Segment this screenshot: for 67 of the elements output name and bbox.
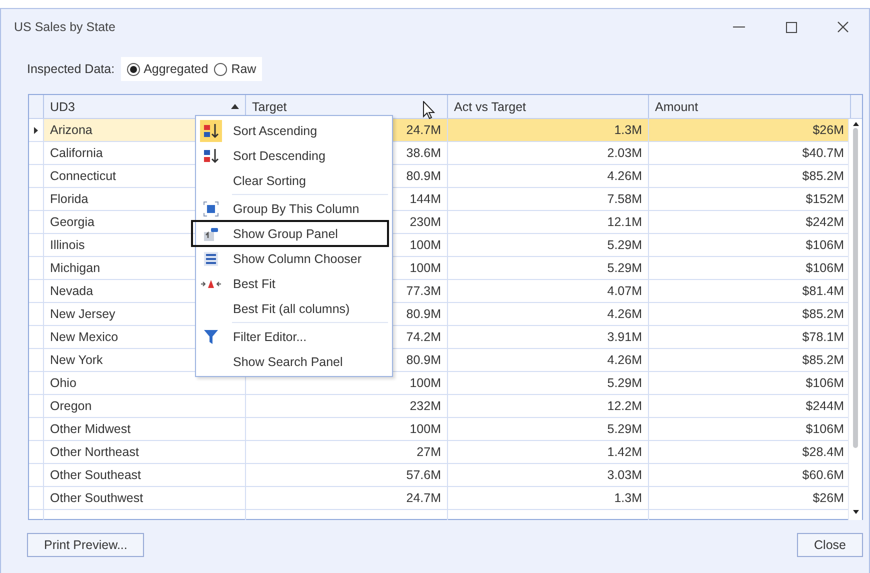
table-cell: 1.3M <box>448 487 649 510</box>
table-cell: 4.26M <box>448 349 649 372</box>
inspected-data-label: Inspected Data: <box>27 62 115 76</box>
column-header[interactable]: Act vs Target <box>448 95 649 118</box>
table-cell: 24.7M <box>246 487 448 510</box>
row-indicator-cell[interactable] <box>29 349 44 372</box>
close-icon <box>837 21 849 33</box>
row-indicator-cell[interactable] <box>29 418 44 441</box>
radio-option[interactable]: Raw <box>212 62 258 76</box>
table-cell: 27M <box>246 441 448 464</box>
table-cell: 7.58M <box>448 188 649 211</box>
row-indicator-cell[interactable] <box>29 487 44 510</box>
row-indicator-cell[interactable] <box>29 211 44 234</box>
table-cell: Other Northeast <box>44 441 246 464</box>
row-indicator-cell[interactable] <box>29 188 44 211</box>
group-panel-icon <box>203 226 219 242</box>
scroll-up-icon[interactable] <box>852 122 858 126</box>
row-indicator-cell[interactable] <box>29 165 44 188</box>
window-title: US Sales by State <box>14 20 116 34</box>
table-cell: 100M <box>246 418 448 441</box>
table-cell: 4.07M <box>448 280 649 303</box>
table-cell: 5.29M <box>448 372 649 395</box>
row-indicator-icon <box>34 126 38 134</box>
row-indicator-cell[interactable] <box>29 303 44 326</box>
row-indicator-cell[interactable] <box>29 142 44 165</box>
sort-ascending-icon <box>202 122 220 138</box>
table-cell: 4.26M <box>448 165 649 188</box>
table-cell: 12.2M <box>448 395 649 418</box>
filter-icon <box>204 328 218 344</box>
scrollbar[interactable] <box>848 119 862 520</box>
maximize-icon <box>786 22 796 32</box>
scroll-down-icon[interactable] <box>852 510 858 514</box>
table-cell: Oregon <box>44 395 246 418</box>
row-indicator-cell[interactable] <box>29 234 44 257</box>
radio-option[interactable]: Aggregated <box>124 62 210 76</box>
row-indicator-cell[interactable] <box>29 257 44 280</box>
table-cell: 4.26M <box>448 303 649 326</box>
table-cell: Other Midwest <box>44 418 246 441</box>
row-indicator-cell[interactable] <box>29 395 44 418</box>
table-cell: 5.29M <box>448 234 649 257</box>
mouse-cursor-icon <box>423 101 435 119</box>
table-cell: 2.03M <box>448 142 649 165</box>
table-cell: Other Southwest <box>44 487 246 510</box>
column-chooser-icon <box>203 250 219 266</box>
table-cell: 1.3M <box>448 119 649 142</box>
row-indicator-cell[interactable] <box>29 372 44 395</box>
column-header[interactable]: Amount <box>649 95 851 118</box>
close-dialog-button[interactable]: Close <box>797 533 863 557</box>
row-indicator-cell[interactable] <box>29 464 44 487</box>
print-preview-button[interactable]: Print Preview... <box>27 533 144 557</box>
minimize-icon <box>733 26 745 28</box>
row-indicator-cell[interactable] <box>29 280 44 303</box>
table-cell: 232M <box>246 395 448 418</box>
table-cell: 5.29M <box>448 257 649 280</box>
table-cell: 57.6M <box>246 464 448 487</box>
table-cell: Other Southeast <box>44 464 246 487</box>
table-cell: 3.91M <box>448 326 649 349</box>
best-fit-icon <box>201 278 221 290</box>
group-icon <box>203 200 219 216</box>
table-cell: 12.1M <box>448 211 649 234</box>
table-cell: $26M <box>649 119 848 142</box>
row-indicator-cell[interactable] <box>29 326 44 349</box>
table-cell: 1.42M <box>448 441 649 464</box>
sort-descending-icon <box>202 148 220 164</box>
table-cell: 3.03M <box>448 464 649 487</box>
table-cell: 5.29M <box>448 418 649 441</box>
row-indicator-cell[interactable] <box>29 441 44 464</box>
